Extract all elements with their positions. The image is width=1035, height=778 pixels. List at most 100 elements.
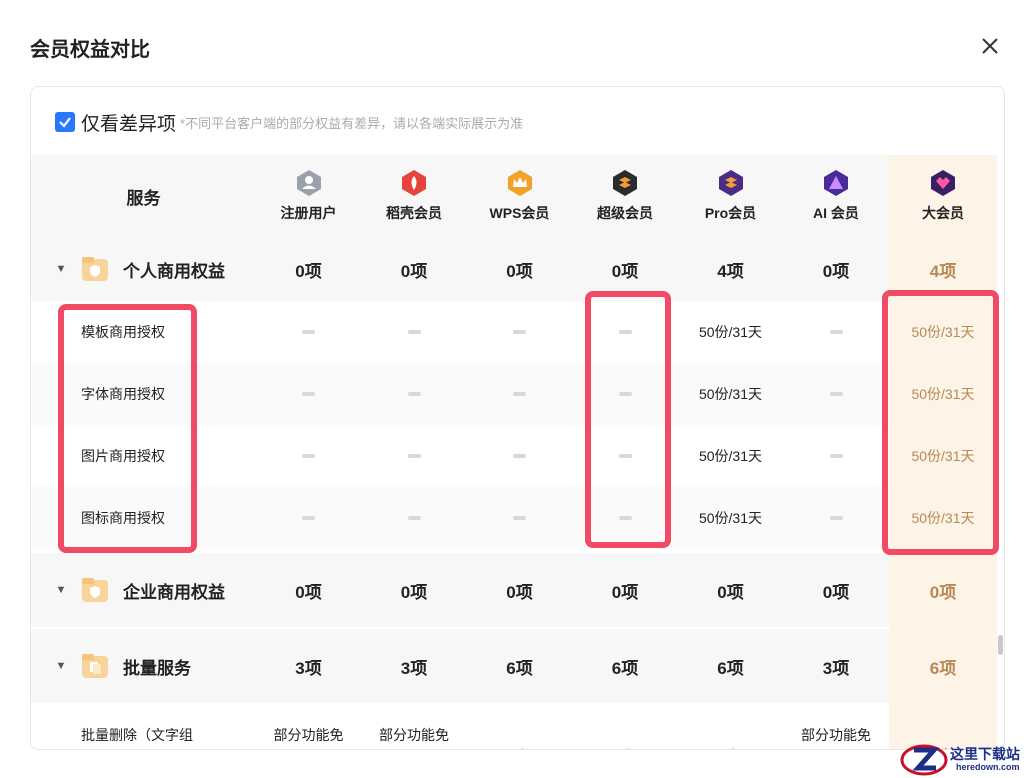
dialog-title: 会员权益对比 xyxy=(30,39,150,61)
group-label: 企业商用权益 xyxy=(123,582,225,602)
table-row: 批量删除（文字组 部分功能免 部分功能免 ✓ ✓ ✓ 部分功能免 ✓ xyxy=(31,703,1004,749)
item-value: 部分功能免 xyxy=(801,727,871,743)
item-label: 图片商用授权 xyxy=(81,448,165,464)
table-row: 模板商用授权 50份/31天 50份/31天 xyxy=(31,301,1004,363)
table-row: 图标商用授权 50份/31天 50份/31天 xyxy=(31,487,1004,549)
group-label-cell[interactable]: ▼ 个人商用权益 xyxy=(31,237,256,301)
table-header: 服务 注册用户 稻壳会员 WPS会员 超级会员 Pro会员 AI 会员 大会员 xyxy=(31,155,1004,237)
group-label-cell[interactable]: ▼ 企业商用权益 xyxy=(31,553,256,627)
pro-badge-icon xyxy=(718,170,743,196)
check-icon: ✓ xyxy=(724,743,737,749)
not-included-dash xyxy=(618,516,632,520)
not-included-dash xyxy=(618,330,632,334)
check-icon: ✓ xyxy=(513,743,526,749)
caret-down-icon[interactable]: ▼ xyxy=(55,584,67,596)
wps-crown-badge-icon xyxy=(507,170,532,196)
item-value: 部分功能免 xyxy=(273,727,344,743)
group-label: 批量服务 xyxy=(123,658,191,678)
not-included-dash xyxy=(618,392,632,396)
folder-shield-icon xyxy=(82,257,108,281)
group-count: 0项 xyxy=(611,582,639,602)
tier-header-docer[interactable]: 稻壳会员 xyxy=(361,155,467,237)
group-count: 0项 xyxy=(822,261,850,281)
not-included-dash xyxy=(407,330,421,334)
tier-header-wps[interactable]: WPS会员 xyxy=(467,155,572,237)
caret-down-icon[interactable]: ▼ xyxy=(55,660,67,672)
item-value: 50份/31天 xyxy=(698,448,763,464)
group-count: 0项 xyxy=(506,582,533,602)
tier-label: 大会员 xyxy=(922,205,964,221)
not-included-dash xyxy=(829,392,843,396)
diff-only-label[interactable]: 仅看差异项 xyxy=(81,109,176,136)
diff-only-checkbox[interactable] xyxy=(55,112,75,132)
watermark-url: heredown.com xyxy=(956,762,1020,772)
tier-header-big-member[interactable]: 大会员 xyxy=(889,155,997,237)
tier-header-registered[interactable]: 注册用户 xyxy=(256,155,361,237)
group-label: 个人商用权益 xyxy=(123,261,225,281)
item-value: 50份/31天 xyxy=(911,448,975,464)
group-row-batch[interactable]: ▼ 批量服务 3项 3项 6项 6项 6项 3项 6项 xyxy=(31,629,1004,703)
heredown-logo-icon xyxy=(900,744,948,776)
folder-docs-icon xyxy=(82,654,108,678)
group-count: 3项 xyxy=(295,658,322,678)
comparison-panel: 仅看差异项 *不同平台客户端的部分权益有差异，请以各端实际展示为准 服务 注册用… xyxy=(30,86,1005,750)
group-count: 0项 xyxy=(717,582,744,602)
not-included-dash xyxy=(513,454,526,458)
table-row: 图片商用授权 50份/31天 50份/31天 xyxy=(31,425,1004,487)
not-included-dash xyxy=(618,454,632,458)
item-label: 字体商用授权 xyxy=(81,386,165,402)
tier-label: 稻壳会员 xyxy=(386,205,442,221)
tier-label: WPS会员 xyxy=(489,205,550,221)
not-included-dash xyxy=(513,392,526,396)
item-label: 图标商用授权 xyxy=(81,510,165,526)
group-count: 0项 xyxy=(611,261,639,281)
group-count: 0项 xyxy=(400,261,428,281)
group-count: 0项 xyxy=(295,582,322,602)
tier-header-ai[interactable]: AI 会员 xyxy=(783,155,889,237)
group-count: 6项 xyxy=(611,658,639,678)
scrollbar-thumb[interactable] xyxy=(998,635,1003,655)
table-row: 字体商用授权 50份/31天 50份/31天 xyxy=(31,363,1004,425)
service-column-header: 服务 xyxy=(126,188,161,208)
not-included-dash xyxy=(513,330,526,334)
group-count: 0项 xyxy=(506,261,533,281)
site-watermark: 这里下载站 heredown.com xyxy=(900,740,1035,778)
super-badge-icon xyxy=(613,170,637,196)
tier-header-pro[interactable]: Pro会员 xyxy=(678,155,783,237)
check-icon: ✓ xyxy=(618,743,631,749)
item-value: 50份/31天 xyxy=(911,386,975,402)
group-count: 0项 xyxy=(400,582,428,602)
user-badge-icon xyxy=(296,170,321,196)
not-included-dash xyxy=(407,516,421,520)
caret-down-icon[interactable]: ▼ xyxy=(55,263,67,275)
not-included-dash xyxy=(302,454,315,458)
close-icon[interactable] xyxy=(978,34,1002,58)
tier-header-super[interactable]: 超级会员 xyxy=(572,155,678,237)
ai-badge-icon xyxy=(824,170,848,196)
not-included-dash xyxy=(829,516,843,520)
watermark-title: 这里下载站 xyxy=(950,747,1020,763)
group-count: 0项 xyxy=(822,582,850,602)
group-count: 0项 xyxy=(295,261,322,281)
group-count: 6项 xyxy=(506,658,533,678)
diff-filter: 仅看差异项 *不同平台客户端的部分权益有差异，请以各端实际展示为准 xyxy=(55,109,523,135)
tier-label: AI 会员 xyxy=(813,205,859,221)
docer-badge-icon xyxy=(402,170,426,196)
group-count: 6项 xyxy=(717,658,744,678)
group-row-enterprise[interactable]: ▼ 企业商用权益 0项 0项 0项 0项 0项 0项 0项 xyxy=(31,553,1004,627)
group-label-cell[interactable]: ▼ 批量服务 xyxy=(31,629,256,703)
not-included-dash xyxy=(829,330,843,334)
item-label: 模板商用授权 xyxy=(81,324,165,340)
item-value: 部分功能免 xyxy=(379,727,449,743)
group-count: 3项 xyxy=(822,658,850,678)
not-included-dash xyxy=(407,392,421,396)
tier-label: Pro会员 xyxy=(704,205,757,221)
big-member-badge-icon xyxy=(931,170,955,196)
item-value: 50份/31天 xyxy=(911,510,975,526)
group-count: 3项 xyxy=(400,658,428,678)
item-value: 50份/31天 xyxy=(911,324,975,340)
group-count: 0项 xyxy=(929,582,957,602)
group-row-personal[interactable]: ▼ 个人商用权益 0项 0项 0项 0项 4项 0项 4项 xyxy=(31,237,1004,301)
not-included-dash xyxy=(302,516,315,520)
platform-note: *不同平台客户端的部分权益有差异，请以各端实际展示为准 xyxy=(180,115,524,131)
